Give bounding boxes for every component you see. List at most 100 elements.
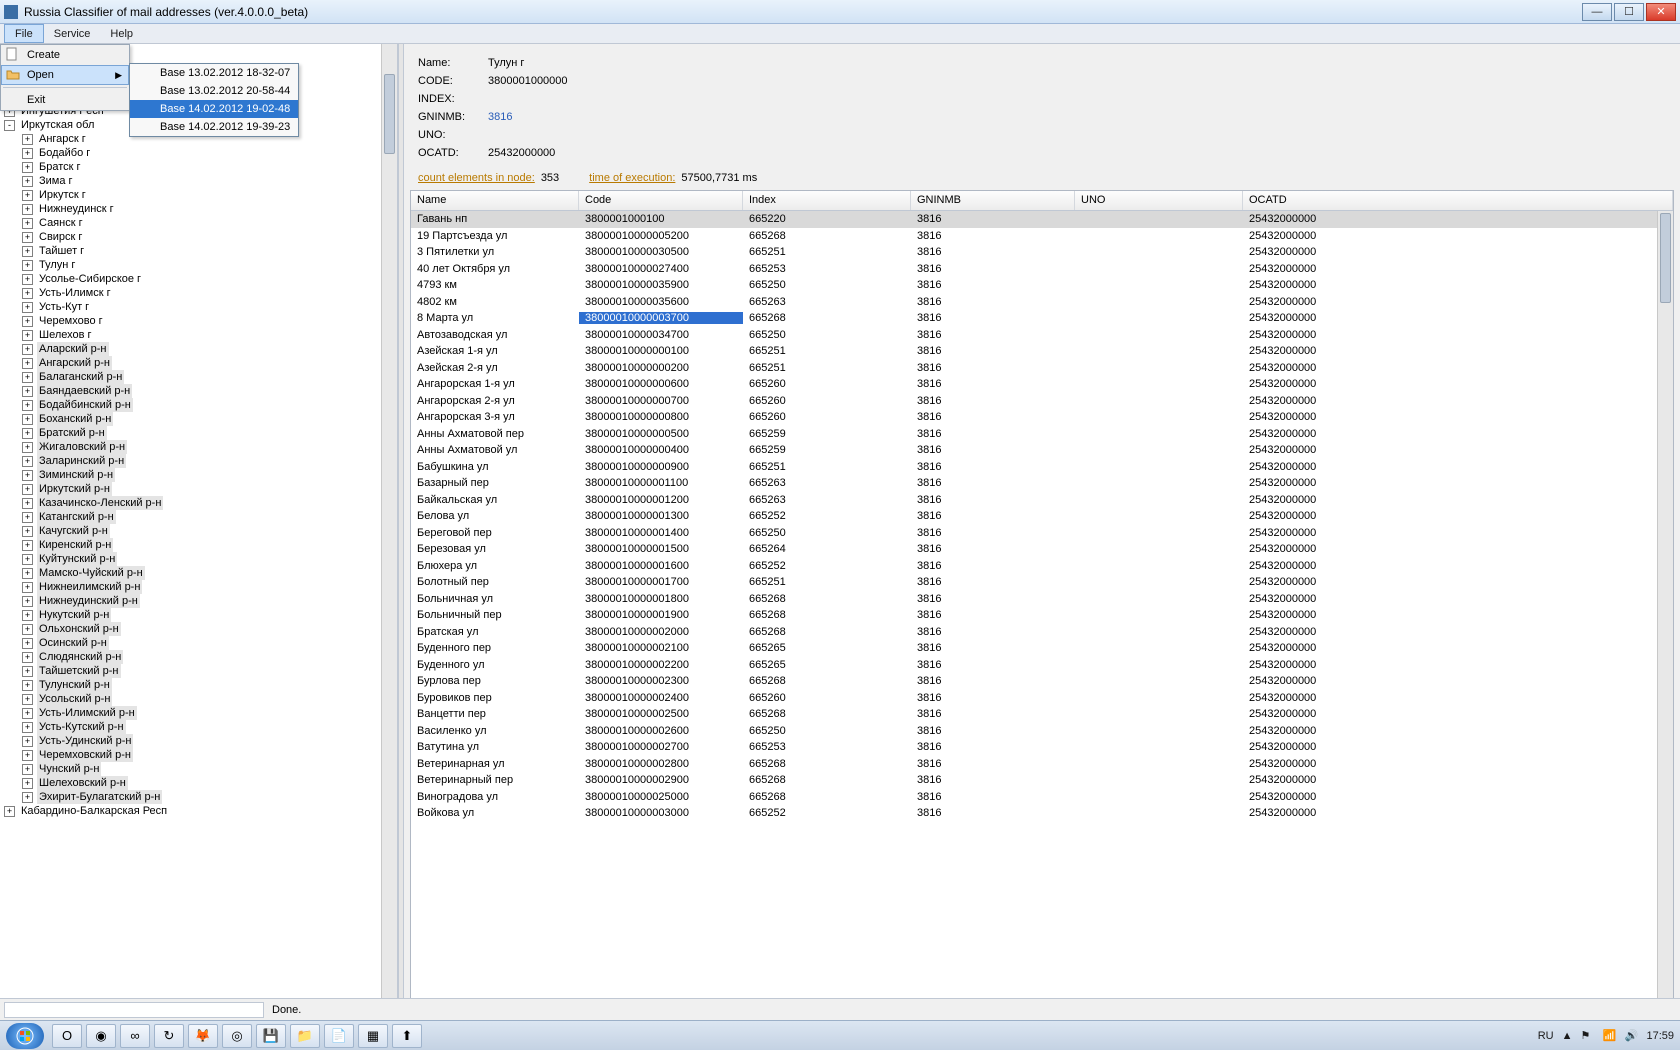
table-cell[interactable]: 665259 <box>743 444 911 456</box>
table-row[interactable]: Буденного ул3800001000000220066526538162… <box>411 657 1657 674</box>
table-cell[interactable]: 4793 км <box>411 279 579 291</box>
table-row[interactable]: Войкова ул380000100000030006652523816254… <box>411 805 1657 822</box>
table-cell[interactable]: 25432000000 <box>1243 758 1657 770</box>
tree-node[interactable]: +Кабардино-Балкарская Респ <box>4 804 397 818</box>
menu-item-open[interactable]: Open ▶ <box>1 65 129 85</box>
table-cell[interactable]: Буровиков пер <box>411 692 579 704</box>
table-cell[interactable]: 25432000000 <box>1243 345 1657 357</box>
table-cell[interactable]: 25432000000 <box>1243 411 1657 423</box>
expand-icon[interactable]: + <box>22 638 33 649</box>
expand-icon[interactable]: + <box>22 162 33 173</box>
table-row[interactable]: Больничный пер38000010000001900665268381… <box>411 607 1657 624</box>
tray-action-center-icon[interactable]: ⚑ <box>1580 1029 1594 1043</box>
table-cell[interactable]: 665265 <box>743 642 911 654</box>
tree-node[interactable]: +Братск г <box>4 160 397 174</box>
submenu-item[interactable]: Base 14.02.2012 19-02-48 <box>130 100 298 118</box>
table-cell[interactable]: 25432000000 <box>1243 263 1657 275</box>
tree-node[interactable]: +Чунский р-н <box>4 762 397 776</box>
tree-node[interactable]: +Слюдянский р-н <box>4 650 397 664</box>
table-cell[interactable]: 3816 <box>911 362 1075 374</box>
expand-icon[interactable]: + <box>22 652 33 663</box>
expand-icon[interactable]: + <box>22 428 33 439</box>
expand-icon[interactable]: + <box>22 554 33 565</box>
table-row[interactable]: Азейская 2-я ул3800001000000020066525138… <box>411 360 1657 377</box>
tray-lang[interactable]: RU <box>1538 1030 1554 1042</box>
table-cell[interactable]: 38000010000000800 <box>579 411 743 423</box>
expand-icon[interactable]: + <box>22 792 33 803</box>
expand-icon[interactable]: + <box>22 526 33 537</box>
tree-node[interactable]: +Шелехов г <box>4 328 397 342</box>
expand-icon[interactable]: + <box>22 330 33 341</box>
tree-node[interactable]: +Бодайбинский р-н <box>4 398 397 412</box>
start-button[interactable] <box>6 1023 44 1049</box>
table-cell[interactable]: 3816 <box>911 510 1075 522</box>
table-cell[interactable]: 25432000000 <box>1243 708 1657 720</box>
tree-node[interactable]: +Киренский р-н <box>4 538 397 552</box>
table-cell[interactable]: 3816 <box>911 378 1075 390</box>
expand-icon[interactable]: + <box>22 512 33 523</box>
table-cell[interactable]: 665251 <box>743 576 911 588</box>
tree-node[interactable]: +Казачинско-Ленский р-н <box>4 496 397 510</box>
table-cell[interactable]: 665250 <box>743 725 911 737</box>
table-cell[interactable]: 665268 <box>743 609 911 621</box>
table-cell[interactable]: 3816 <box>911 230 1075 242</box>
table-cell[interactable]: 3816 <box>911 296 1075 308</box>
tree-node[interactable]: +Катангский р-н <box>4 510 397 524</box>
table-cell[interactable]: 3816 <box>911 758 1075 770</box>
table-cell[interactable]: Ватутина ул <box>411 741 579 753</box>
table-row[interactable]: Буденного пер380000100000021006652653816… <box>411 640 1657 657</box>
table-row[interactable]: 4793 км380000100000359006652503816254320… <box>411 277 1657 294</box>
table-cell[interactable]: 25432000000 <box>1243 791 1657 803</box>
table-cell[interactable]: 38000010000002700 <box>579 741 743 753</box>
table-row[interactable]: 19 Партсъезда ул380000100000052006652683… <box>411 228 1657 245</box>
expand-icon[interactable]: + <box>22 596 33 607</box>
table-scrollbar[interactable] <box>1657 211 1673 1015</box>
table-cell[interactable]: 3816 <box>911 477 1075 489</box>
table-cell[interactable]: 25432000000 <box>1243 774 1657 786</box>
tree-node[interactable]: +Зиминский р-н <box>4 468 397 482</box>
table-cell[interactable]: Болотный пер <box>411 576 579 588</box>
expand-icon[interactable]: + <box>22 764 33 775</box>
table-cell[interactable]: Братская ул <box>411 626 579 638</box>
table-cell[interactable]: 25432000000 <box>1243 494 1657 506</box>
table-cell[interactable]: 665268 <box>743 774 911 786</box>
table-row[interactable]: Василенко ул3800001000000260066525038162… <box>411 723 1657 740</box>
table-cell[interactable]: 38000010000002100 <box>579 642 743 654</box>
table-row[interactable]: Береговой пер380000100000014006652503816… <box>411 525 1657 542</box>
table-cell[interactable]: 3816 <box>911 708 1075 720</box>
table-cell[interactable]: 38000010000000100 <box>579 345 743 357</box>
table-cell[interactable]: 38000010000001800 <box>579 593 743 605</box>
table-cell[interactable]: 25432000000 <box>1243 362 1657 374</box>
table-cell[interactable]: 665260 <box>743 411 911 423</box>
expand-icon[interactable]: + <box>22 260 33 271</box>
table-cell[interactable]: 3816 <box>911 609 1075 621</box>
taskbar-app2-icon[interactable]: ⬆ <box>392 1024 422 1048</box>
expand-icon[interactable]: + <box>22 750 33 761</box>
table-cell[interactable]: 38000010000001400 <box>579 527 743 539</box>
tree-node[interactable]: +Усольский р-н <box>4 692 397 706</box>
tree-node[interactable]: +Тайшетский р-н <box>4 664 397 678</box>
table-cell[interactable]: Ангарорская 1-я ул <box>411 378 579 390</box>
table-cell[interactable]: 25432000000 <box>1243 329 1657 341</box>
table-cell[interactable]: 38000010000001300 <box>579 510 743 522</box>
table-cell[interactable]: 665263 <box>743 477 911 489</box>
table-cell[interactable]: 665250 <box>743 329 911 341</box>
table-cell[interactable]: 3816 <box>911 213 1075 225</box>
expand-icon[interactable]: + <box>22 246 33 257</box>
submenu-item[interactable]: Base 14.02.2012 19-39-23 <box>130 118 298 136</box>
table-row[interactable]: Белова ул3800001000000130066525238162543… <box>411 508 1657 525</box>
table-cell[interactable]: 25432000000 <box>1243 807 1657 819</box>
submenu-item[interactable]: Base 13.02.2012 20-58-44 <box>130 82 298 100</box>
tree-node[interactable]: +Тулун г <box>4 258 397 272</box>
table-cell[interactable]: 3816 <box>911 725 1075 737</box>
table-cell[interactable]: 3816 <box>911 263 1075 275</box>
tree-node[interactable]: +Эхирит-Булагатский р-н <box>4 790 397 804</box>
table-row[interactable]: Азейская 1-я ул3800001000000010066525138… <box>411 343 1657 360</box>
table-cell[interactable]: 3816 <box>911 593 1075 605</box>
table-row[interactable]: Анны Ахматовой ул38000010000000400665259… <box>411 442 1657 459</box>
tree-node[interactable]: +Иркутский р-н <box>4 482 397 496</box>
tree-node[interactable]: +Бодайбо г <box>4 146 397 160</box>
col-header-uno[interactable]: UNO <box>1075 191 1243 210</box>
table-cell[interactable]: Блюхера ул <box>411 560 579 572</box>
table-cell[interactable]: 665252 <box>743 807 911 819</box>
